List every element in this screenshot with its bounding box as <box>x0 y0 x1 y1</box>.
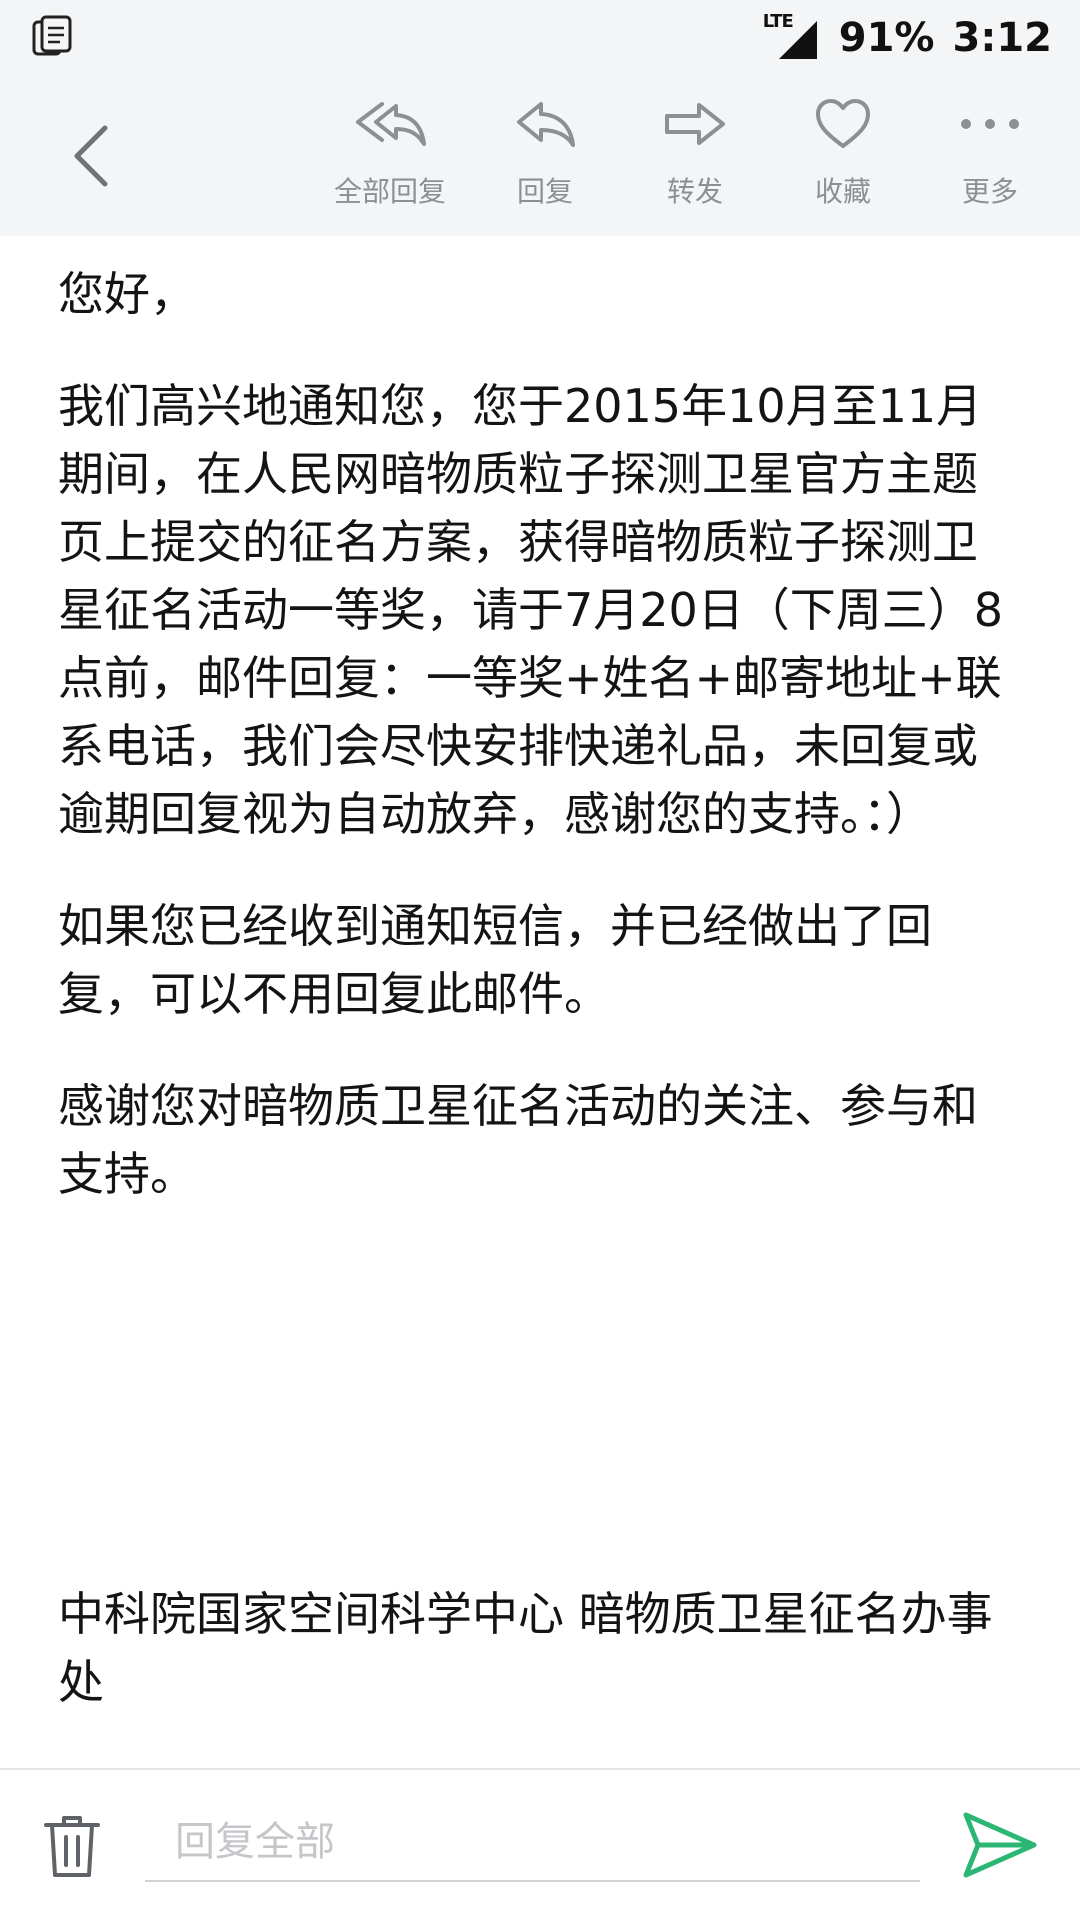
email-paragraph-3: 感谢您对暗物质卫星征名活动的关注、参与和支持。 <box>58 1079 978 1201</box>
status-bar: LTE 91% 3:12 <box>0 0 1080 76</box>
forward-icon <box>665 103 725 145</box>
reply-all-icon <box>356 102 426 146</box>
clipboard-icon <box>32 15 72 56</box>
chevron-left-icon <box>74 125 108 187</box>
forward-label: 转发 <box>666 175 723 208</box>
signal-icon: LTE <box>763 11 821 61</box>
more-icon <box>961 119 1019 129</box>
more-button[interactable]: 更多 <box>915 92 1065 222</box>
reply-all-button[interactable]: 全部回复 <box>315 92 465 222</box>
email-signature: 中科院国家空间科学中心 暗物质卫星征名办事处 <box>58 1587 993 1709</box>
status-indicators: LTE 91% 3:12 <box>763 8 1052 68</box>
send-button[interactable] <box>956 1802 1042 1888</box>
clock: 3:12 <box>952 15 1053 61</box>
reply-icon <box>517 102 575 147</box>
back-button[interactable] <box>56 114 126 198</box>
email-body: 您好， 我们高兴地通知您，您于2015年10月至11月期间，在人民网暗物质粒子探… <box>58 260 1018 1252</box>
reply-label: 回复 <box>516 175 573 208</box>
reply-input[interactable] <box>145 1804 920 1882</box>
delete-button[interactable] <box>40 1810 104 1882</box>
favorite-label: 收藏 <box>814 175 871 208</box>
send-icon <box>963 1812 1037 1878</box>
more-label: 更多 <box>961 175 1018 208</box>
forward-button[interactable]: 转发 <box>620 92 770 222</box>
heart-icon <box>816 99 870 148</box>
email-paragraph-1: 我们高兴地通知您，您于2015年10月至11月期间，在人民网暗物质粒子探测卫星官… <box>58 379 1004 841</box>
reply-all-label: 全部回复 <box>333 175 446 208</box>
reply-bar <box>0 1768 1080 1922</box>
trash-icon <box>44 1816 100 1877</box>
email-greeting: 您好， <box>58 267 196 321</box>
favorite-button[interactable]: 收藏 <box>768 92 918 222</box>
battery-level: 91% <box>838 15 935 61</box>
email-paragraph-2: 如果您已经收到通知短信，并已经做出了回复，可以不用回复此邮件。 <box>58 899 932 1021</box>
email-toolbar: 全部回复 回复 转发 收藏 更多 <box>0 76 1080 236</box>
reply-button[interactable]: 回复 <box>470 92 620 222</box>
